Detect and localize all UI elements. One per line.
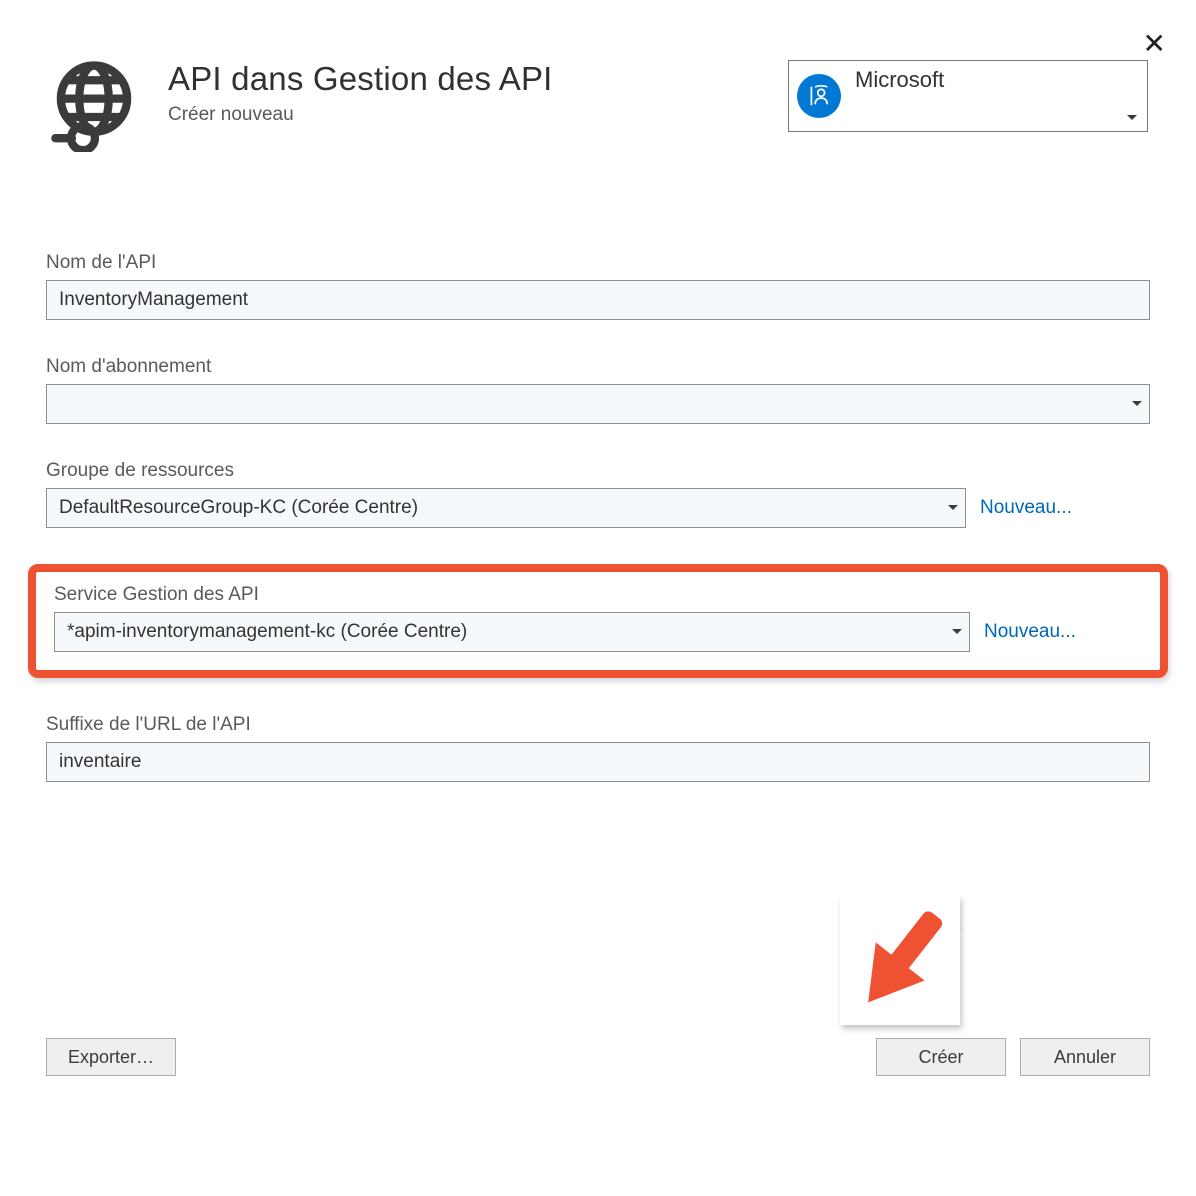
highlight-apim-service: Service Gestion des API *apim-inventorym… bbox=[28, 564, 1168, 678]
label-apim-service: Service Gestion des API bbox=[54, 584, 1150, 606]
account-name: Microsoft bbox=[855, 61, 1139, 93]
export-button[interactable]: Exporter… bbox=[46, 1038, 176, 1076]
dialog-header: API dans Gestion des API Créer nouveau M… bbox=[0, 0, 1196, 152]
link-new-apim-service[interactable]: Nouveau... bbox=[984, 621, 1076, 643]
input-url-suffix[interactable] bbox=[46, 742, 1150, 782]
label-api-name: Nom de l'API bbox=[46, 252, 1150, 274]
dialog-footer: Exporter… Créer Annuler bbox=[0, 1038, 1196, 1076]
label-subscription: Nom d'abonnement bbox=[46, 356, 1150, 378]
cancel-button[interactable]: Annuler bbox=[1020, 1038, 1150, 1076]
select-subscription[interactable] bbox=[46, 384, 1150, 424]
header-left: API dans Gestion des API Créer nouveau bbox=[48, 60, 553, 152]
api-globe-icon bbox=[48, 60, 140, 152]
field-subscription: Nom d'abonnement bbox=[46, 356, 1150, 424]
select-resource-group-value: DefaultResourceGroup-KC (Corée Centre) bbox=[59, 497, 418, 519]
chevron-down-icon bbox=[1127, 115, 1137, 121]
footer-right: Créer Annuler bbox=[876, 1038, 1150, 1076]
select-resource-group[interactable]: DefaultResourceGroup-KC (Corée Centre) bbox=[46, 488, 966, 528]
arrow-annotation-icon bbox=[840, 900, 960, 1020]
person-badge-icon bbox=[806, 83, 832, 109]
close-icon[interactable]: ✕ bbox=[1143, 30, 1166, 58]
avatar bbox=[797, 74, 841, 118]
create-button[interactable]: Créer bbox=[876, 1038, 1006, 1076]
form: Nom de l'API Nom d'abonnement Groupe de … bbox=[0, 252, 1196, 782]
field-resource-group: Groupe de ressources DefaultResourceGrou… bbox=[46, 460, 1150, 528]
field-api-name: Nom de l'API bbox=[46, 252, 1150, 320]
dialog-title: API dans Gestion des API bbox=[168, 60, 553, 98]
label-url-suffix: Suffixe de l'URL de l'API bbox=[46, 714, 1150, 736]
header-text: API dans Gestion des API Créer nouveau bbox=[168, 60, 553, 126]
arrow-annotation-icon bbox=[840, 895, 960, 1025]
account-selector[interactable]: Microsoft bbox=[788, 60, 1148, 132]
select-apim-service[interactable]: *apim-inventorymanagement-kc (Corée Cent… bbox=[54, 612, 970, 652]
dialog-subtitle: Créer nouveau bbox=[168, 104, 553, 126]
label-resource-group: Groupe de ressources bbox=[46, 460, 1150, 482]
link-new-resource-group[interactable]: Nouveau... bbox=[980, 497, 1072, 519]
input-api-name[interactable] bbox=[46, 280, 1150, 320]
select-apim-service-value: *apim-inventorymanagement-kc (Corée Cent… bbox=[67, 621, 467, 643]
field-url-suffix: Suffixe de l'URL de l'API bbox=[46, 714, 1150, 782]
